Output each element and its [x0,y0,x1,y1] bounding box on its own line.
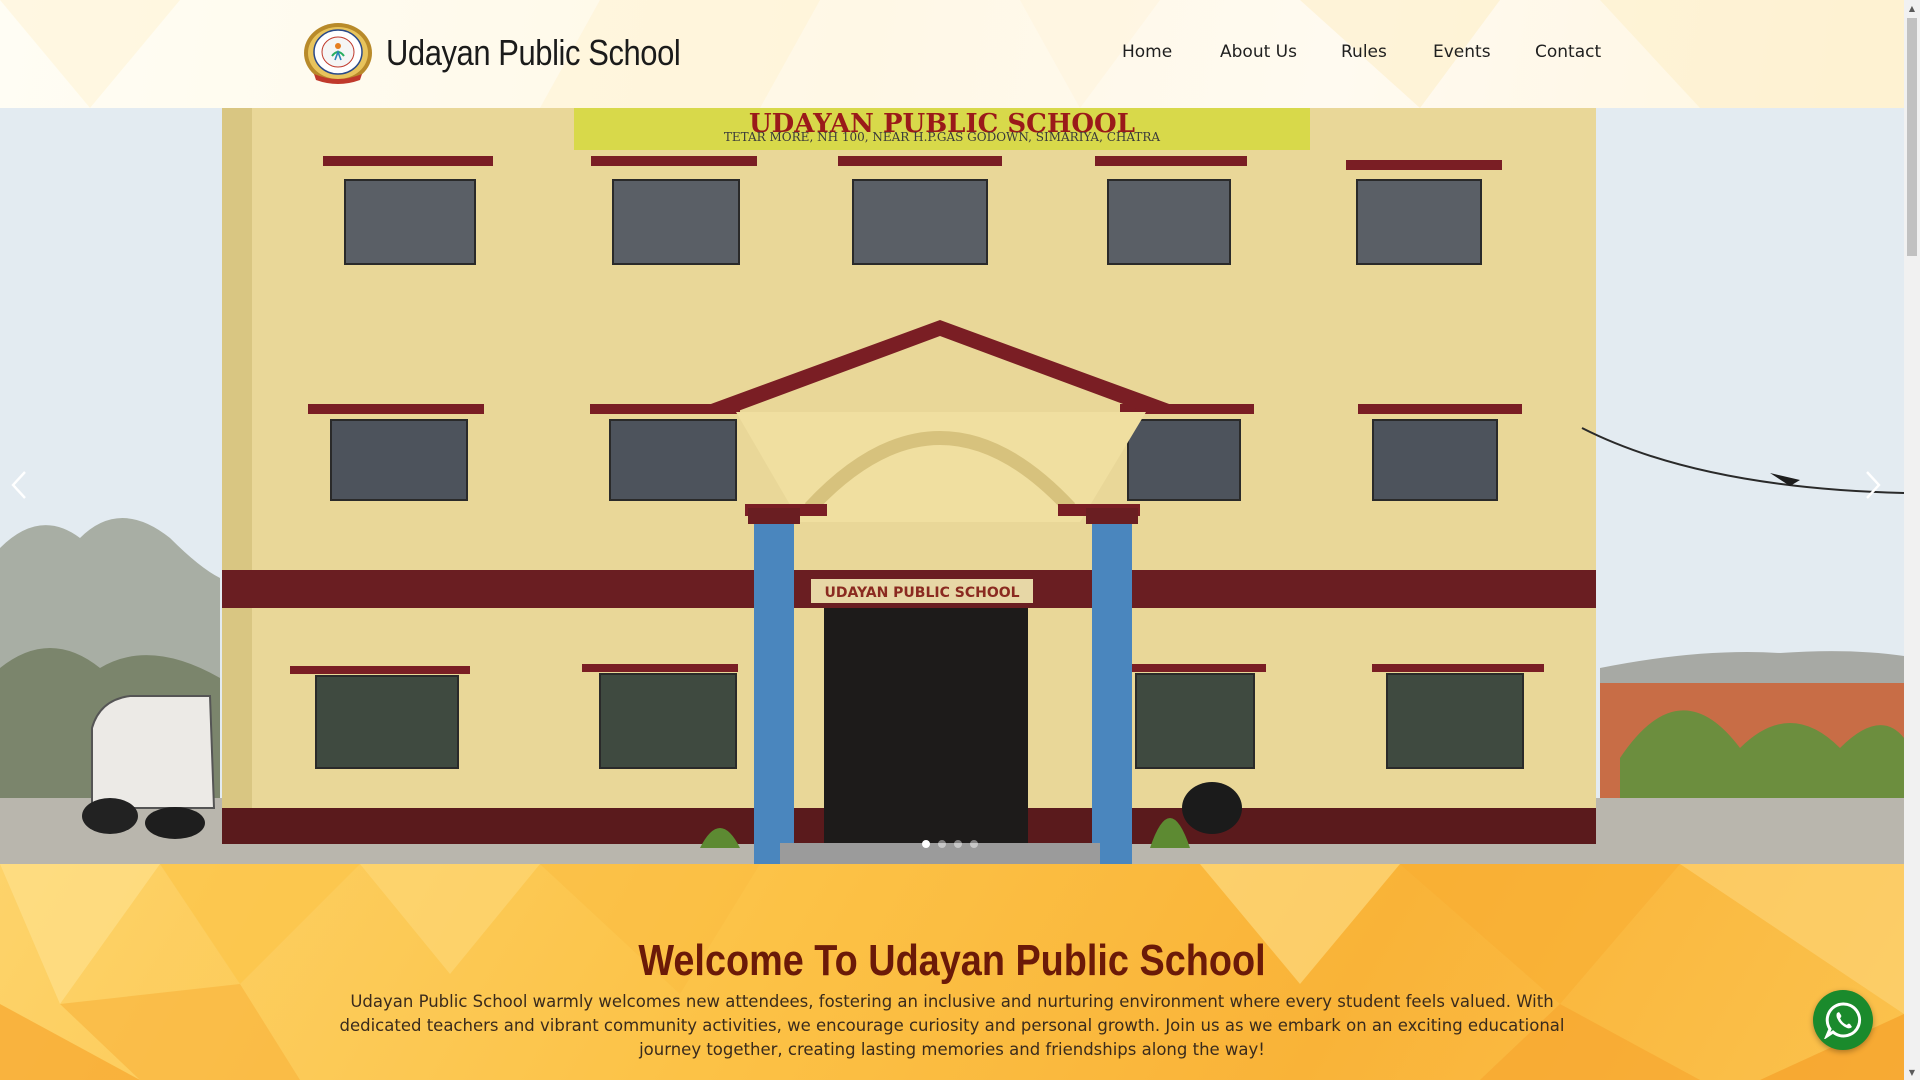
welcome-section: Welcome To Udayan Public School Udayan P… [0,864,1904,1080]
slider-prev-button[interactable] [10,470,40,518]
slider-dot-3[interactable] [954,840,962,848]
slider-next-button[interactable] [1864,470,1894,518]
nav-contact[interactable]: Contact [1535,42,1601,62]
slider-dot-1[interactable] [922,840,930,848]
scroll-down-arrow[interactable]: ▼ [1904,1064,1920,1080]
whatsapp-icon [1824,1002,1862,1039]
nav-rules[interactable]: Rules [1341,42,1387,62]
nav-events[interactable]: Events [1433,42,1491,62]
site-header: Udayan Public School Home About Us Rules… [0,0,1904,108]
slider-indicators [922,840,978,848]
slider-dot-4[interactable] [970,840,978,848]
entrance-sign: UDAYAN PUBLIC SCHOOL [824,585,1019,601]
main-nav: Home About Us Rules Events Contact [0,42,1904,66]
school-building-photo: UDAYAN PUBLIC SCHOOL TETAR MORE, NH 100,… [0,108,1904,864]
welcome-text: Udayan Public School warmly welcomes new… [339,992,1565,1059]
page-scrollbar[interactable]: ▲ ▼ [1904,0,1920,1080]
welcome-title: Welcome To Udayan Public School [638,936,1266,985]
scroll-thumb[interactable] [1907,18,1917,256]
whatsapp-button[interactable] [1813,990,1873,1050]
nav-about-us[interactable]: About Us [1220,42,1297,62]
chevron-right-icon [1866,471,1881,499]
slider-dot-2[interactable] [938,840,946,848]
building-sign-address: TETAR MORE, NH 100, NEAR H.P.GAS GODOWN,… [724,130,1161,144]
hero-slider: UDAYAN PUBLIC SCHOOL TETAR MORE, NH 100,… [0,108,1904,864]
scroll-up-arrow[interactable]: ▲ [1904,0,1920,16]
nav-home[interactable]: Home [1122,42,1172,62]
chevron-left-icon [11,471,26,499]
